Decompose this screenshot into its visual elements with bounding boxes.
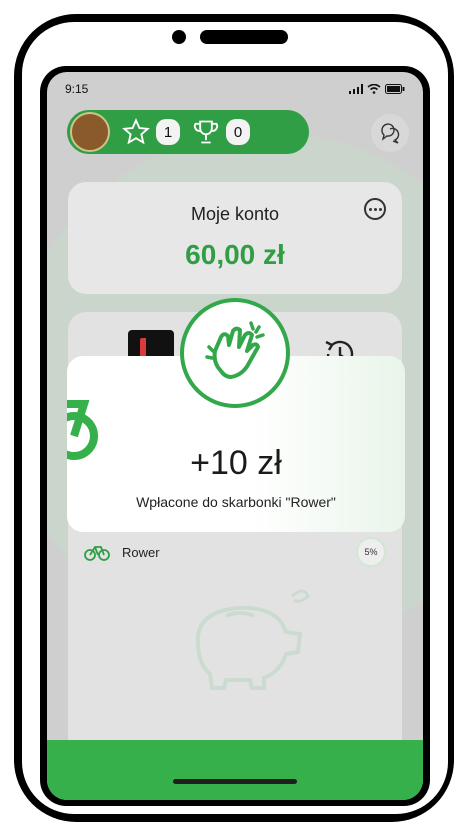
goal-progress: 5% — [356, 537, 386, 567]
toast-message: Wpłacone do skarbonki "Rower" — [136, 494, 336, 510]
goal-row[interactable]: Rower 5% — [84, 532, 386, 572]
chat-icon — [381, 123, 400, 144]
account-title: Moje konto — [190, 204, 280, 224]
wifi-icon — [367, 84, 381, 94]
bike-icon — [84, 546, 110, 561]
status-icons — [349, 84, 405, 94]
goal-name: Rower — [122, 544, 160, 560]
home-indicator[interactable] — [173, 779, 297, 784]
battery-icon — [385, 84, 405, 94]
stars-count: 1 — [156, 119, 180, 145]
signal-icon — [349, 84, 363, 94]
account-balance: 60,00 zł — [185, 239, 285, 270]
trophies-count: 0 — [226, 119, 250, 145]
avatar[interactable] — [70, 112, 110, 152]
camera-dot — [172, 30, 186, 44]
rewards-pill[interactable]: 1 0 — [67, 110, 309, 154]
clap-badge — [180, 298, 290, 408]
trophy-icon — [193, 120, 219, 144]
account-card[interactable]: Moje konto 60,00 zł — [68, 182, 402, 294]
star-icon — [122, 118, 150, 145]
piggy-bank-icon — [195, 589, 310, 690]
bottom-bar — [47, 740, 423, 800]
more-options-icon[interactable] — [364, 198, 386, 220]
app-screen: 9:15 1 0 Moje konto 60,00 zł Rower 5% +1… — [47, 72, 423, 800]
status-bar: 9:15 — [47, 72, 423, 106]
status-time: 9:15 — [65, 82, 89, 96]
speaker-bar — [200, 30, 288, 44]
clapping-hands-icon — [205, 321, 265, 379]
chat-button[interactable] — [371, 114, 409, 152]
toast-amount: +10 zł — [190, 444, 282, 482]
